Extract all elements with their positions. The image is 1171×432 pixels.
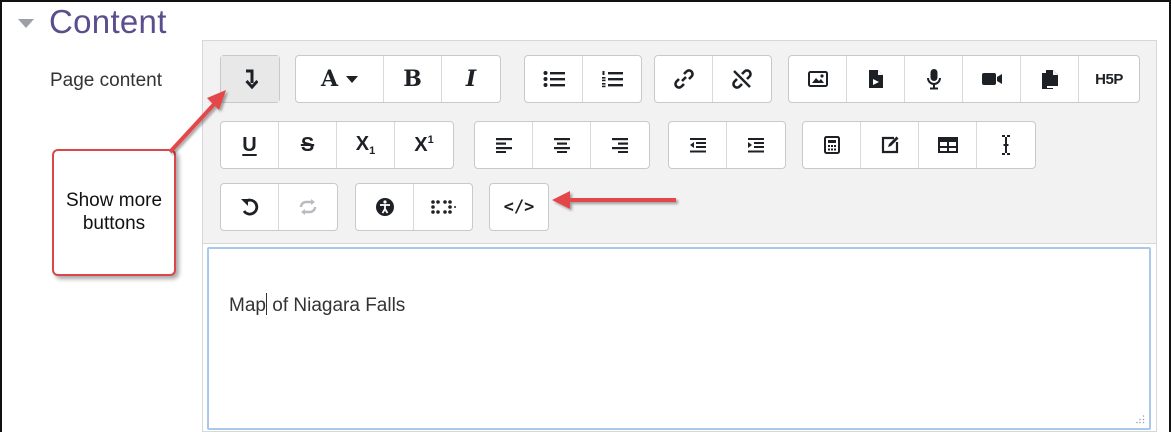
indent-button[interactable] bbox=[727, 122, 785, 168]
toolbar-group-insert bbox=[802, 121, 1036, 169]
toolbar-group-accessibility bbox=[355, 183, 473, 231]
atto-editor: A B I H5P U S X1 X1 </> Map of Niagara F… bbox=[202, 40, 1157, 432]
link-icon bbox=[673, 69, 694, 89]
text-cursor-icon bbox=[1002, 135, 1010, 155]
file-icon bbox=[868, 70, 883, 88]
clear-formatting-button[interactable] bbox=[977, 122, 1035, 168]
align-center-button[interactable] bbox=[533, 122, 591, 168]
h5p-button[interactable]: H5P bbox=[1079, 56, 1139, 102]
editor-toolbar: A B I H5P U S X1 X1 </> bbox=[203, 41, 1156, 244]
screen-reader-helper-button[interactable] bbox=[414, 184, 472, 230]
resize-handle-icon[interactable] bbox=[1135, 414, 1145, 424]
copy-icon bbox=[1041, 70, 1058, 89]
toolbar-group-align bbox=[474, 121, 650, 169]
image-icon bbox=[807, 71, 828, 87]
bold-label: B bbox=[403, 66, 422, 92]
record-video-button[interactable] bbox=[963, 56, 1021, 102]
section-header[interactable]: Content bbox=[18, 2, 167, 42]
underline-label: U bbox=[242, 133, 257, 156]
image-button[interactable] bbox=[789, 56, 847, 102]
align-left-icon bbox=[495, 138, 512, 153]
undo-icon bbox=[240, 198, 258, 216]
toolbar-group-media: H5P bbox=[788, 55, 1140, 103]
accessibility-checker-button[interactable] bbox=[356, 184, 414, 230]
superscript-label: X1 bbox=[414, 133, 434, 156]
bold-button[interactable]: B bbox=[384, 56, 442, 102]
ordered-list-button[interactable] bbox=[583, 56, 641, 102]
page-content-label: Page content bbox=[50, 70, 162, 91]
outdent-icon bbox=[689, 138, 706, 153]
editor-content-area[interactable]: Map of Niagara Falls bbox=[207, 247, 1151, 430]
align-center-icon bbox=[553, 138, 570, 153]
align-right-button[interactable] bbox=[591, 122, 649, 168]
accessibility-icon bbox=[375, 198, 394, 216]
braille-icon bbox=[431, 200, 456, 214]
editor-text[interactable]: Map of Niagara Falls bbox=[229, 293, 405, 317]
microphone-icon bbox=[926, 69, 941, 90]
show-more-buttons-button[interactable] bbox=[221, 56, 279, 102]
record-audio-button[interactable] bbox=[905, 56, 963, 102]
list-ul-icon bbox=[543, 71, 565, 87]
font-style-button[interactable]: A bbox=[296, 56, 384, 102]
calculator-icon bbox=[823, 136, 840, 154]
toolbar-group-text-format: U S X1 X1 bbox=[220, 121, 454, 169]
section-title: Content bbox=[49, 3, 167, 40]
unlink-button[interactable] bbox=[713, 56, 771, 102]
indent-icon bbox=[748, 138, 764, 153]
annotation-callout: Show more buttons bbox=[52, 149, 176, 276]
edit-button[interactable] bbox=[861, 122, 919, 168]
align-right-icon bbox=[612, 138, 628, 153]
align-left-button[interactable] bbox=[475, 122, 533, 168]
edit-icon bbox=[881, 136, 898, 154]
equation-button[interactable] bbox=[803, 122, 861, 168]
font-style-label: A bbox=[320, 66, 339, 92]
superscript-button[interactable]: X1 bbox=[395, 122, 453, 168]
subscript-button[interactable]: X1 bbox=[337, 122, 395, 168]
callout-text: Show more buttons bbox=[65, 190, 163, 234]
unlink-icon bbox=[732, 69, 752, 89]
toolbar-group-indent bbox=[668, 121, 786, 169]
dropdown-caret-icon bbox=[346, 75, 359, 83]
h5p-label: H5P bbox=[1095, 70, 1123, 88]
toolbar-group-links bbox=[654, 55, 772, 103]
manage-files-button[interactable] bbox=[1021, 56, 1079, 102]
unordered-list-button[interactable] bbox=[525, 56, 583, 102]
list-ol-icon bbox=[602, 71, 623, 88]
italic-label: I bbox=[465, 66, 477, 92]
link-button[interactable] bbox=[655, 56, 713, 102]
caret-down-icon[interactable] bbox=[18, 18, 34, 28]
toolbar-group-history bbox=[220, 183, 338, 231]
strikethrough-button[interactable]: S bbox=[279, 122, 337, 168]
subscript-label: X1 bbox=[355, 133, 376, 157]
media-button[interactable] bbox=[847, 56, 905, 102]
toolbar-group-html: </> bbox=[489, 183, 549, 231]
toolbar-group-collapse bbox=[220, 55, 280, 103]
toolbar-group-lists bbox=[524, 55, 642, 103]
undo-button[interactable] bbox=[221, 184, 279, 230]
outdent-button[interactable] bbox=[669, 122, 727, 168]
strikethrough-label: S bbox=[300, 133, 315, 156]
italic-button[interactable]: I bbox=[442, 56, 500, 102]
html-source-button[interactable]: </> bbox=[490, 184, 548, 230]
video-camera-icon bbox=[981, 73, 1002, 85]
table-button[interactable] bbox=[919, 122, 977, 168]
arrow-down-icon bbox=[245, 69, 258, 90]
code-icon: </> bbox=[503, 197, 535, 217]
underline-button[interactable]: U bbox=[221, 122, 279, 168]
redo-button[interactable] bbox=[279, 184, 337, 230]
table-icon bbox=[937, 137, 958, 153]
redo-icon bbox=[299, 199, 317, 215]
toolbar-group-style: A B I bbox=[295, 55, 501, 103]
